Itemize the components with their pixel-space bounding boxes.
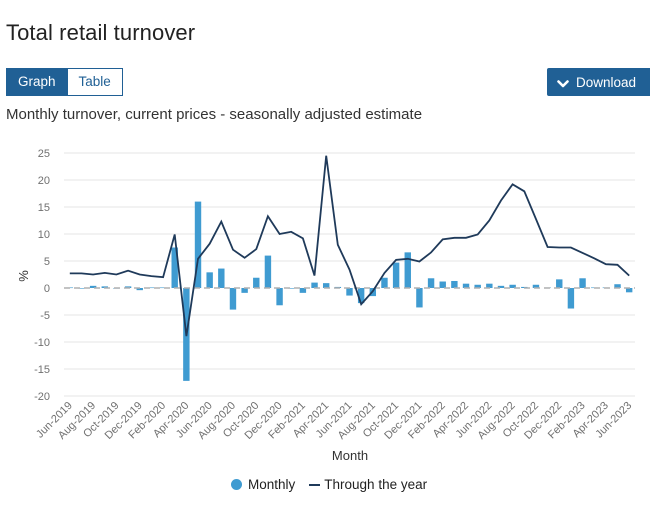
y-tick-label: 20 — [38, 175, 50, 187]
chevron-down-icon — [557, 77, 569, 88]
bar-monthly — [381, 277, 388, 288]
legend-line-through-the-year — [309, 483, 321, 486]
chart-subtitle: Monthly turnover, current prices - seaso… — [6, 106, 423, 123]
line-through-the-year — [69, 155, 630, 337]
legend: Monthly Through the year — [231, 477, 427, 492]
bar-monthly — [392, 262, 400, 288]
tab-table[interactable]: Table — [66, 68, 123, 96]
line-series-through-the-year — [69, 155, 630, 337]
bar-monthly — [218, 268, 225, 288]
x-axis-ticks: Jun-2019Aug-2019Oct-2019Dec-2019Feb-2020… — [34, 400, 634, 442]
bar-monthly — [404, 252, 411, 288]
y-tick-label: -15 — [34, 364, 50, 376]
page-title: Total retail turnover — [6, 20, 196, 45]
y-tick-label: 10 — [38, 229, 50, 241]
bar-monthly — [451, 280, 458, 288]
download-label: Download — [576, 74, 637, 90]
y-tick-label: -20 — [34, 391, 50, 403]
bar-monthly — [416, 288, 423, 308]
download-button[interactable]: Download — [547, 68, 650, 96]
bar-monthly — [229, 288, 237, 310]
y-tick-label: 15 — [38, 202, 50, 214]
bar-monthly — [439, 281, 446, 288]
bars-monthly — [66, 201, 633, 381]
gridlines — [64, 152, 635, 397]
y-tick-label: 5 — [44, 256, 50, 268]
bar-monthly — [427, 278, 435, 288]
bar-monthly — [556, 279, 563, 288]
bar-monthly — [264, 255, 272, 288]
bar-monthly — [579, 278, 586, 288]
y-axis-title: % — [16, 270, 31, 282]
x-axis-title: Month — [332, 448, 368, 463]
bar-monthly — [311, 282, 318, 288]
bar-monthly — [276, 288, 283, 306]
bar-monthly — [346, 288, 353, 296]
bar-monthly — [253, 277, 260, 288]
tab-graph[interactable]: Graph — [7, 69, 67, 95]
legend-label-monthly: Monthly — [248, 477, 296, 492]
y-tick-label: 0 — [44, 283, 50, 295]
legend-label-through-the-year: Through the year — [324, 477, 428, 492]
y-tick-label: -10 — [34, 337, 50, 349]
bar-monthly — [567, 288, 575, 309]
legend-dot-monthly — [231, 479, 242, 490]
y-tick-label: -5 — [40, 310, 50, 322]
bar-monthly — [206, 272, 213, 288]
y-axis-ticks: 25 20 15 10 5 0 -5 -10 -15 -20 — [34, 148, 50, 403]
y-tick-label: 25 — [38, 148, 50, 160]
view-tabs: Graph Table — [6, 68, 123, 96]
chart: 25 20 15 10 5 0 -5 -10 -15 -20 Jun-2019Aug-2019Oc… — [16, 148, 635, 463]
